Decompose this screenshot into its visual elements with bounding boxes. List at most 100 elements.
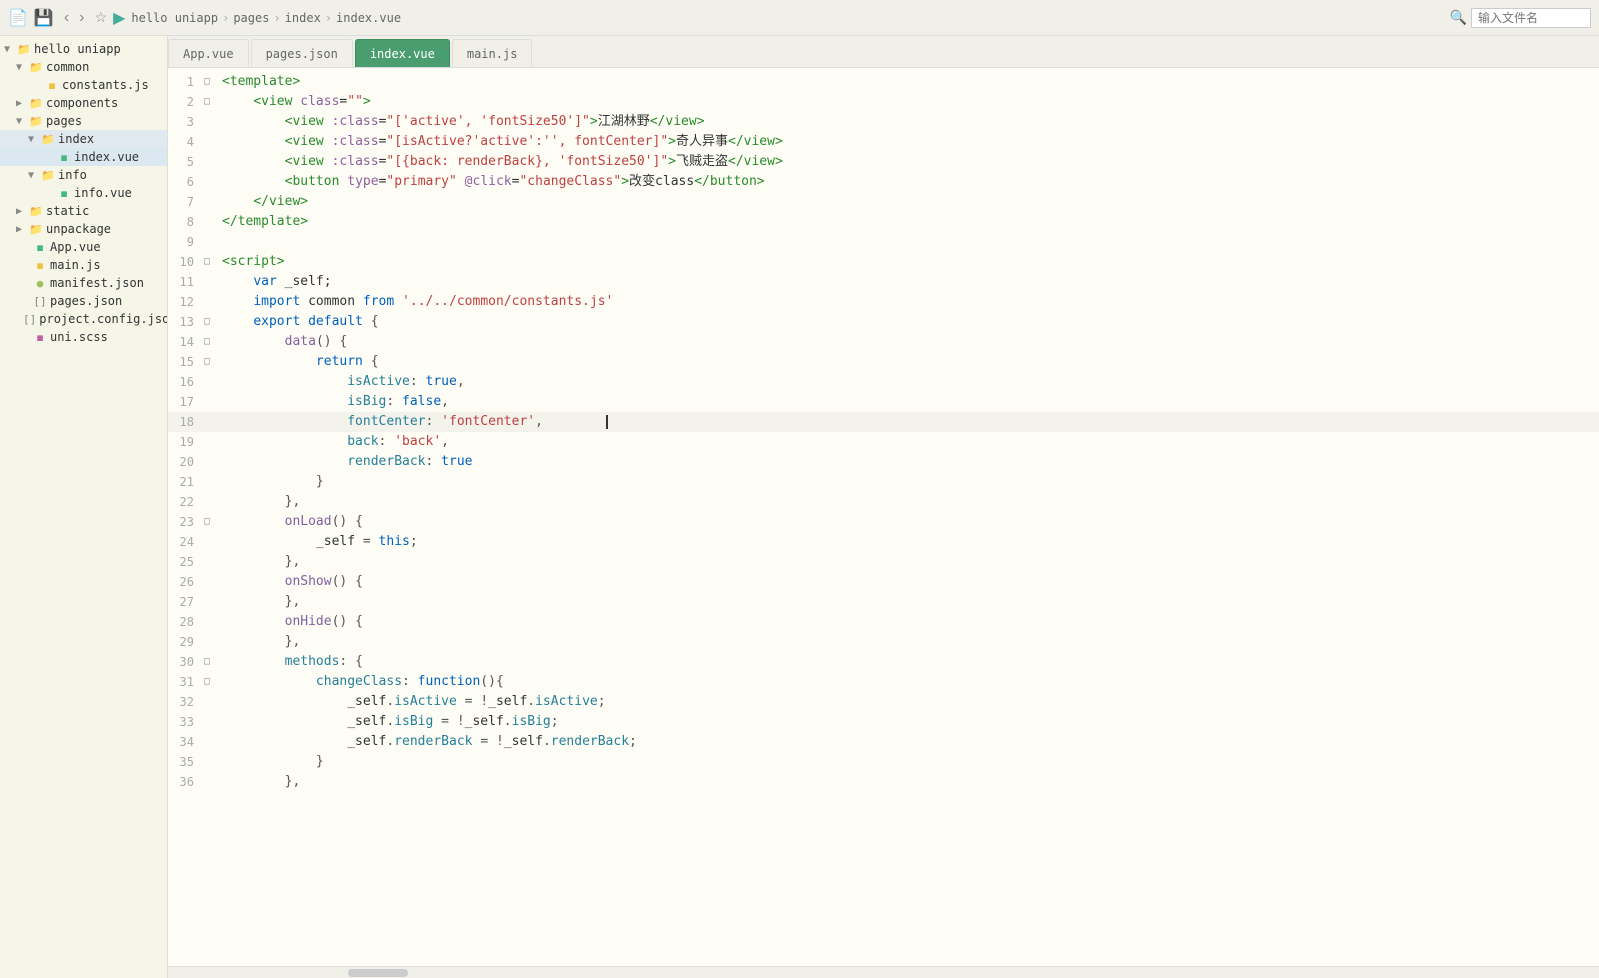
sidebar-item-manifest[interactable]: ● manifest.json <box>0 274 167 292</box>
breadcrumb-root[interactable]: hello uniapp <box>131 11 218 25</box>
code-line: 20 renderBack: true <box>168 452 1599 472</box>
main-layout: ▼ 📁 hello uniapp ▼ 📁 common ◼ constants.… <box>0 36 1599 978</box>
tab-pages-json[interactable]: pages.json <box>251 39 353 67</box>
search-input[interactable] <box>1471 8 1591 28</box>
code-content: }, <box>218 492 1599 512</box>
code-line: 2 □ <view class=""> <box>168 92 1599 112</box>
sidebar-item-main-js[interactable]: ◼ main.js <box>0 256 167 274</box>
fold-icon[interactable]: □ <box>204 312 218 332</box>
fold-icon[interactable]: □ <box>204 672 218 692</box>
code-content: data() { <box>218 332 1599 352</box>
code-line: 4 <view :class="[isActive?'active':'', f… <box>168 132 1599 152</box>
code-content: } <box>218 472 1599 492</box>
breadcrumb-index[interactable]: index <box>285 11 321 25</box>
json-file-icon: ● <box>33 277 47 290</box>
sidebar-item-common[interactable]: ▼ 📁 common <box>0 58 167 76</box>
sidebar-label: components <box>46 96 118 110</box>
fold-icon[interactable]: □ <box>204 352 218 372</box>
sidebar-label: index.vue <box>74 150 139 164</box>
file-icon[interactable]: 📄 <box>8 8 28 27</box>
code-line: 32 _self.isActive = !_self.isActive; <box>168 692 1599 712</box>
sidebar-item-constants[interactable]: ◼ constants.js <box>0 76 167 94</box>
line-number: 12 <box>168 292 204 312</box>
code-content: export default { <box>218 312 1599 332</box>
code-line: 21 } <box>168 472 1599 492</box>
code-line: 33 _self.isBig = !_self.isBig; <box>168 712 1599 732</box>
editor-area: App.vue pages.json index.vue main.js 1 □… <box>168 36 1599 978</box>
line-number: 5 <box>168 152 204 172</box>
sidebar-item-index-vue[interactable]: ◼ index.vue <box>0 148 167 166</box>
code-content: onHide() { <box>218 612 1599 632</box>
expand-arrow: ▶ <box>16 98 26 109</box>
bottom-scrollbar[interactable] <box>168 966 1599 978</box>
code-line: 18 fontCenter: 'fontCenter', <box>168 412 1599 432</box>
tab-index-vue[interactable]: index.vue <box>355 39 450 67</box>
line-number: 29 <box>168 632 204 652</box>
sidebar-item-uni-scss[interactable]: ◼ uni.scss <box>0 328 167 346</box>
nav-forward-button[interactable]: › <box>75 7 88 29</box>
line-number: 6 <box>168 172 204 192</box>
breadcrumb-pages[interactable]: pages <box>233 11 269 25</box>
tab-label: pages.json <box>266 47 338 61</box>
sidebar-item-static[interactable]: ▶ 📁 static <box>0 202 167 220</box>
code-editor[interactable]: 1 □ <template> 2 □ <view class=""> 3 <vi… <box>168 68 1599 966</box>
code-content: <view :class="[{back: renderBack}, 'font… <box>218 152 1599 172</box>
line-number: 1 <box>168 72 204 92</box>
sidebar-item-app-vue[interactable]: ◼ App.vue <box>0 238 167 256</box>
code-line: 16 isActive: true, <box>168 372 1599 392</box>
breadcrumb-file[interactable]: index.vue <box>336 11 401 25</box>
code-content: onShow() { <box>218 572 1599 592</box>
code-line: 23 □ onLoad() { <box>168 512 1599 532</box>
code-content: <button type="primary" @click="changeCla… <box>218 172 1599 192</box>
sidebar-label: info <box>58 168 87 182</box>
line-number: 13 <box>168 312 204 332</box>
sidebar-label: info.vue <box>74 186 132 200</box>
line-number: 3 <box>168 112 204 132</box>
code-line: 6 <button type="primary" @click="changeC… <box>168 172 1599 192</box>
line-number: 36 <box>168 772 204 792</box>
code-content: <view :class="['active', 'fontSize50']">… <box>218 112 1599 132</box>
sidebar-item-info-vue[interactable]: ◼ info.vue <box>0 184 167 202</box>
sidebar-item-root[interactable]: ▼ 📁 hello uniapp <box>0 40 167 58</box>
fold-icon[interactable]: □ <box>204 512 218 532</box>
expand-arrow: ▼ <box>16 62 26 73</box>
code-line: 19 back: 'back', <box>168 432 1599 452</box>
sidebar-item-components[interactable]: ▶ 📁 components <box>0 94 167 112</box>
code-line: 1 □ <template> <box>168 72 1599 92</box>
code-line: 17 isBig: false, <box>168 392 1599 412</box>
code-content: } <box>218 752 1599 772</box>
line-number: 10 <box>168 252 204 272</box>
sidebar-item-info-folder[interactable]: ▼ 📁 info <box>0 166 167 184</box>
expand-arrow: ▼ <box>28 170 38 181</box>
code-content: renderBack: true <box>218 452 1599 472</box>
code-content: }, <box>218 552 1599 572</box>
fold-icon[interactable]: □ <box>204 252 218 272</box>
folder-icon: 📁 <box>29 205 43 218</box>
expand-arrow: ▼ <box>28 134 38 145</box>
save-icon[interactable]: 💾 <box>34 8 54 27</box>
tab-label: main.js <box>467 47 518 61</box>
sidebar-item-project-config[interactable]: [] project.config.json <box>0 310 167 328</box>
tab-main-js[interactable]: main.js <box>452 39 533 67</box>
sidebar-item-pages-json[interactable]: [] pages.json <box>0 292 167 310</box>
fold-icon[interactable]: □ <box>204 652 218 672</box>
fold-icon[interactable]: □ <box>204 92 218 112</box>
search-icon: 🔍 <box>1450 10 1467 26</box>
tab-app-vue[interactable]: App.vue <box>168 39 249 67</box>
top-bar: 📄 💾 ‹ › ☆ ▶ hello uniapp › pages › index… <box>0 0 1599 36</box>
run-button[interactable]: ▶ <box>113 8 125 28</box>
sidebar-item-index-folder[interactable]: ▼ 📁 index <box>0 130 167 148</box>
sidebar-item-pages[interactable]: ▼ 📁 pages <box>0 112 167 130</box>
sidebar-item-unpackage[interactable]: ▶ 📁 unpackage <box>0 220 167 238</box>
line-number: 26 <box>168 572 204 592</box>
code-content: import common from '../../common/constan… <box>218 292 1599 312</box>
nav-back-button[interactable]: ‹ <box>60 7 73 29</box>
code-line: 3 <view :class="['active', 'fontSize50']… <box>168 112 1599 132</box>
code-content: var _self; <box>218 272 1599 292</box>
code-line: 5 <view :class="[{back: renderBack}, 'fo… <box>168 152 1599 172</box>
code-line: 28 onHide() { <box>168 612 1599 632</box>
sidebar-label: manifest.json <box>50 276 144 290</box>
fold-icon[interactable]: □ <box>204 332 218 352</box>
fold-icon[interactable]: □ <box>204 72 218 92</box>
star-button[interactable]: ☆ <box>95 9 108 26</box>
